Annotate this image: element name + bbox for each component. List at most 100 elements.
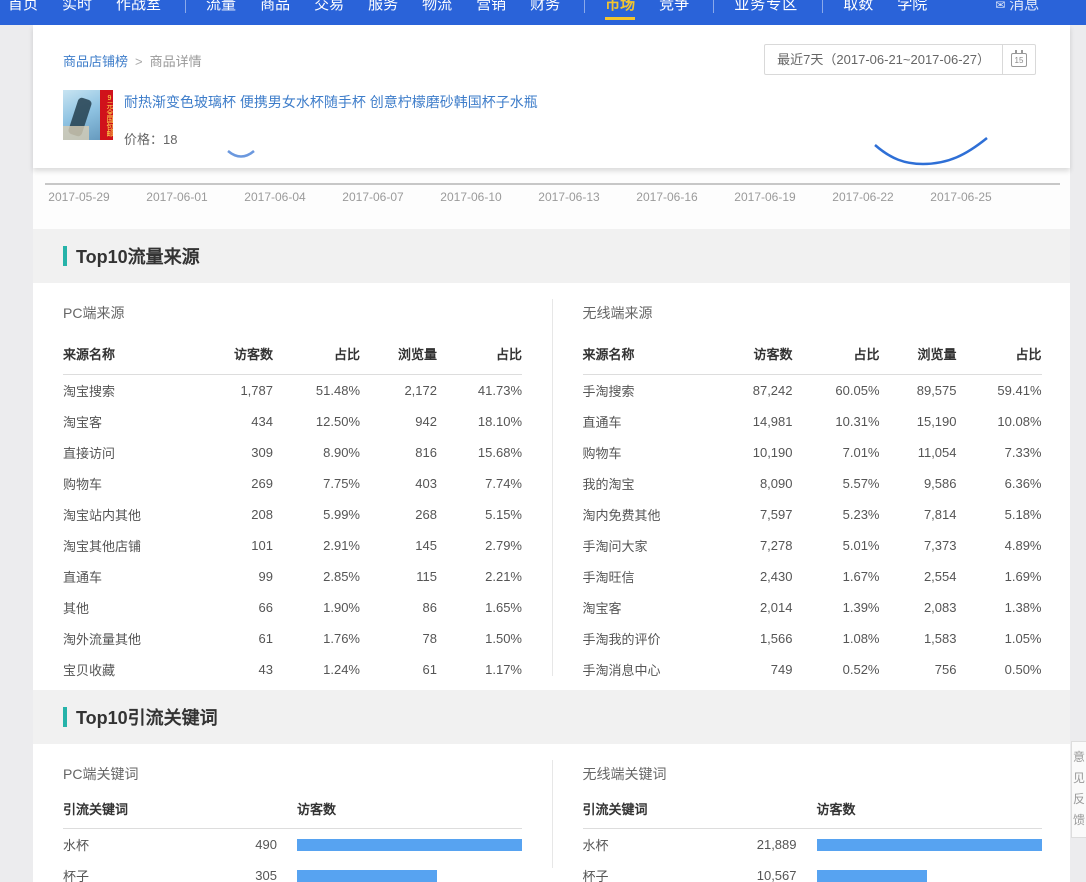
nav-item-service[interactable]: 服务: [368, 0, 398, 25]
nav-item-warroom[interactable]: 作战室: [116, 0, 161, 25]
panel-divider: [552, 760, 553, 868]
main-content: 商品店铺榜>商品详情 最近7天（2017-06-21~2017-06-27） 1…: [33, 25, 1070, 882]
table-row: 淘宝搜索 1,787 51.48% 2,172 41.73%: [63, 375, 522, 406]
wireless-keywords-table: 引流关键词 访客数 水杯 21,889 杯子 10,567: [583, 799, 1042, 882]
views-value: 61: [360, 654, 437, 685]
table-row: 手淘旺信 2,430 1.67% 2,554 1.69%: [583, 561, 1042, 592]
source-name: 直通车: [583, 406, 723, 437]
views-value: 2,083: [880, 592, 957, 623]
column-header: 浏览量: [880, 338, 957, 375]
column-header: 引流关键词: [63, 799, 297, 818]
keyword-name: 杯子: [63, 866, 213, 882]
column-header: 占比: [273, 338, 360, 375]
nav-item-products[interactable]: 商品: [260, 0, 290, 25]
nav-item-trade[interactable]: 交易: [314, 0, 344, 25]
nav-divider: [185, 0, 186, 13]
nav-item-messages[interactable]: ✉消息: [995, 0, 1039, 25]
nav-item-traffic[interactable]: 流量: [206, 0, 236, 25]
source-name: 淘宝其他店铺: [63, 530, 203, 561]
breadcrumb: 商品店铺榜>商品详情: [63, 51, 202, 70]
table-header-row: 来源名称 访客数 占比 浏览量 占比: [583, 338, 1042, 375]
nav-items: 首页 实时 作战室 流量 商品 交易 服务 物流 营销 财务 市场 竞争 业务专…: [0, 0, 1086, 25]
feedback-tab[interactable]: 意见反馈: [1071, 741, 1086, 838]
axis-tick-label: 2017-06-01: [128, 190, 226, 204]
nav-divider: [713, 0, 714, 13]
source-name: 手淘我的评价: [583, 623, 723, 654]
nav-item-finance[interactable]: 财务: [530, 0, 560, 25]
visitors-pct: 0.52%: [793, 654, 880, 685]
nav-item-academy[interactable]: 学院: [897, 0, 927, 25]
visitors-pct: 2.91%: [273, 530, 360, 561]
table-row: 手淘搜索 87,242 60.05% 89,575 59.41%: [583, 375, 1042, 406]
top-navigation: 首页 实时 作战室 流量 商品 交易 服务 物流 营销 财务 市场 竞争 业务专…: [0, 0, 1086, 25]
table-row: 宝贝收藏 43 1.24% 61 1.17%: [63, 654, 522, 685]
views-pct: 2.21%: [437, 561, 522, 592]
calendar-button[interactable]: 15: [1002, 45, 1035, 74]
source-name: 手淘搜索: [583, 375, 723, 406]
date-range-picker[interactable]: 最近7天（2017-06-21~2017-06-27） 15: [764, 44, 1036, 75]
visitors-value: 208: [203, 499, 273, 530]
nav-item-data-extract[interactable]: 取数: [843, 0, 873, 25]
breadcrumb-link-rank[interactable]: 商品店铺榜: [63, 54, 128, 69]
visitors-value: 2,014: [723, 592, 793, 623]
product-title-link[interactable]: 耐热渐变色玻璃杯 便携男女水杯随手杯 创意柠檬磨砂韩国杯子水瓶: [124, 94, 538, 110]
column-header: 浏览量: [360, 338, 437, 375]
nav-item-logistics[interactable]: 物流: [422, 0, 452, 25]
visitor-bar: [297, 839, 522, 851]
visitor-bar: [817, 870, 927, 882]
visitors-value: 269: [203, 468, 273, 499]
source-name: 手淘旺信: [583, 561, 723, 592]
visitors-value: 66: [203, 592, 273, 623]
views-pct: 1.05%: [957, 623, 1042, 654]
traffic-sources-body: PC端来源 来源名称 访客数 占比 浏览量 占比 淘宝搜: [33, 283, 1070, 690]
nav-divider: [584, 0, 585, 13]
keyword-visitors: 490: [213, 837, 277, 852]
nav-divider: [822, 0, 823, 13]
promo-badge: 9元全国包邮: [100, 90, 113, 140]
visitors-pct: 1.90%: [273, 592, 360, 623]
keyword-visitors: 305: [213, 868, 277, 882]
table-row: 淘宝客 2,014 1.39% 2,083 1.38%: [583, 592, 1042, 623]
views-pct: 1.17%: [437, 654, 522, 685]
product-image[interactable]: 9元全国包邮: [63, 90, 113, 140]
axis-line: [45, 183, 1060, 185]
pc-sources-panel: PC端来源 来源名称 访客数 占比 浏览量 占比 淘宝搜: [33, 283, 552, 690]
nav-item-market[interactable]: 市场: [605, 0, 635, 25]
source-name: 淘宝站内其他: [63, 499, 203, 530]
product-summary: 9元全国包邮 耐热渐变色玻璃杯 便携男女水杯随手杯 创意柠檬磨砂韩国杯子水瓶 价…: [63, 90, 538, 148]
table-row: 直通车 99 2.85% 115 2.21%: [63, 561, 522, 592]
source-name: 淘内免费其他: [583, 499, 723, 530]
axis-tick-label: 2017-06-04: [226, 190, 324, 204]
visitors-value: 7,278: [723, 530, 793, 561]
visitors-value: 14,981: [723, 406, 793, 437]
nav-item-marketing[interactable]: 营销: [476, 0, 506, 25]
table-row: 购物车 269 7.75% 403 7.74%: [63, 468, 522, 499]
visitors-pct: 7.75%: [273, 468, 360, 499]
nav-item-business-zone[interactable]: 业务专区: [734, 0, 798, 25]
nav-item-home[interactable]: 首页: [8, 0, 38, 25]
visitors-value: 10,190: [723, 437, 793, 468]
breadcrumb-separator: >: [135, 54, 143, 69]
visitors-value: 1,787: [203, 375, 273, 406]
axis-tick-label: 2017-06-13: [520, 190, 618, 204]
column-header: 占比: [793, 338, 880, 375]
section-title: Top10流量来源: [76, 243, 200, 269]
source-name: 购物车: [63, 468, 203, 499]
views-pct: 7.33%: [957, 437, 1042, 468]
visitor-bar: [817, 839, 1042, 851]
product-price: 价格：18: [124, 129, 538, 148]
nav-item-realtime[interactable]: 实时: [62, 0, 92, 25]
nav-item-competition[interactable]: 竞争: [659, 0, 689, 25]
source-name: 购物车: [583, 437, 723, 468]
axis-tick-label: 2017-06-16: [618, 190, 716, 204]
table-row: 直接访问 309 8.90% 816 15.68%: [63, 437, 522, 468]
visitors-pct: 1.08%: [793, 623, 880, 654]
views-pct: 5.15%: [437, 499, 522, 530]
views-pct: 1.69%: [957, 561, 1042, 592]
views-value: 7,373: [880, 530, 957, 561]
pc-sources-table: 来源名称 访客数 占比 浏览量 占比 淘宝搜索 1,787 51.48%: [63, 338, 522, 685]
pc-keywords-subtitle: PC端关键词: [63, 764, 552, 784]
views-pct: 1.50%: [437, 623, 522, 654]
message-icon: ✉: [995, 0, 1005, 12]
keyword-visitors: 21,889: [733, 837, 797, 852]
